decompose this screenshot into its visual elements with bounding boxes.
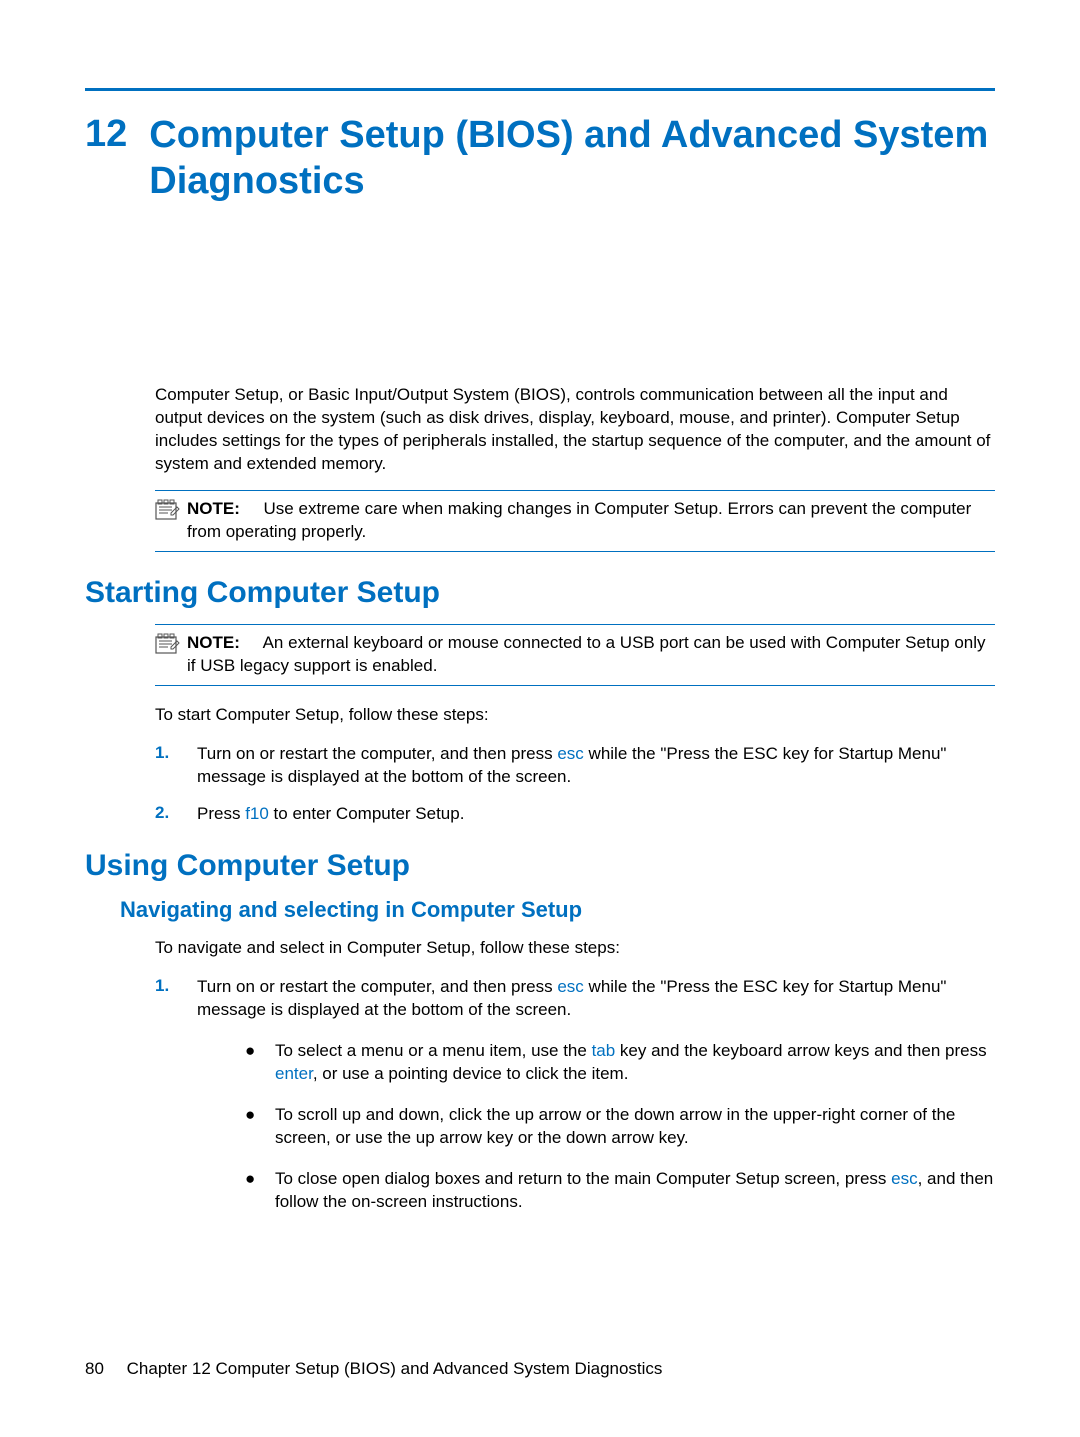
text: To select a menu or a menu item, use the: [275, 1041, 592, 1060]
step-1-body: Turn on or restart the computer, and the…: [197, 976, 995, 1232]
chapter-number: 12: [85, 113, 127, 157]
navigating-intro-para: To navigate and select in Computer Setup…: [155, 937, 995, 960]
text: key and the keyboard arrow keys and then…: [615, 1041, 986, 1060]
list-item: 2. Press f10 to enter Computer Setup.: [155, 803, 995, 826]
bullet-3-body: To close open dialog boxes and return to…: [275, 1168, 995, 1214]
subsection-heading-navigating: Navigating and selecting in Computer Set…: [120, 897, 995, 923]
note-2-text: NOTE: An external keyboard or mouse conn…: [187, 632, 995, 678]
key-tab: tab: [592, 1041, 616, 1060]
text: , or use a pointing device to click the …: [313, 1064, 629, 1083]
section-heading-using: Using Computer Setup: [85, 849, 995, 883]
section-using: Using Computer Setup Navigating and sele…: [85, 849, 995, 1231]
chapter-title: Computer Setup (BIOS) and Advanced Syste…: [149, 113, 995, 204]
text: to enter Computer Setup.: [269, 804, 465, 823]
bullet-1-body: To select a menu or a menu item, use the…: [275, 1040, 995, 1086]
text: Turn on or restart the computer, and the…: [197, 744, 557, 763]
starting-steps-list: 1. Turn on or restart the computer, and …: [155, 743, 995, 826]
page-number: 80: [85, 1359, 104, 1378]
footer-chapter-text: Chapter 12 Computer Setup (BIOS) and Adv…: [127, 1359, 663, 1378]
step-number-1: 1.: [155, 743, 197, 763]
page-footer: 80 Chapter 12 Computer Setup (BIOS) and …: [85, 1359, 662, 1379]
note-icon: [155, 499, 181, 521]
bullet-list: ● To select a menu or a menu item, use t…: [239, 1040, 995, 1214]
key-esc: esc: [557, 744, 583, 763]
note-box-2: NOTE: An external keyboard or mouse conn…: [155, 624, 995, 686]
note-icon: [155, 633, 181, 655]
text: Turn on or restart the computer, and the…: [197, 977, 557, 996]
list-item: 1. Turn on or restart the computer, and …: [155, 976, 995, 1232]
note-body: An external keyboard or mouse connected …: [187, 633, 986, 675]
list-item: ● To close open dialog boxes and return …: [239, 1168, 995, 1214]
bullet-icon: ●: [239, 1040, 275, 1063]
step-number-1: 1.: [155, 976, 197, 996]
text: To close open dialog boxes and return to…: [275, 1169, 891, 1188]
list-item: ● To scroll up and down, click the up ar…: [239, 1104, 995, 1150]
bullet-icon: ●: [239, 1104, 275, 1127]
section-heading-starting: Starting Computer Setup: [85, 576, 995, 610]
key-esc: esc: [557, 977, 583, 996]
chapter-header: 12 Computer Setup (BIOS) and Advanced Sy…: [85, 113, 995, 204]
navigating-steps-list: 1. Turn on or restart the computer, and …: [155, 976, 995, 1232]
note-1-text: NOTE: Use extreme care when making chang…: [187, 498, 995, 544]
intro-paragraph: Computer Setup, or Basic Input/Output Sy…: [155, 384, 995, 476]
text: Press: [197, 804, 245, 823]
bullet-2-body: To scroll up and down, click the up arro…: [275, 1104, 995, 1150]
list-item: ● To select a menu or a menu item, use t…: [239, 1040, 995, 1086]
step-number-2: 2.: [155, 803, 197, 823]
chapter-top-rule: [85, 88, 995, 91]
step-1-body: Turn on or restart the computer, and the…: [197, 743, 995, 789]
section-starting: Starting Computer Setup NOTE: An externa…: [85, 576, 995, 826]
starting-intro-para: To start Computer Setup, follow these st…: [155, 704, 995, 727]
note-box-1: NOTE: Use extreme care when making chang…: [155, 490, 995, 552]
step-2-body: Press f10 to enter Computer Setup.: [197, 803, 995, 826]
key-esc: esc: [891, 1169, 917, 1188]
list-item: 1. Turn on or restart the computer, and …: [155, 743, 995, 789]
note-label: NOTE:: [187, 499, 240, 518]
bullet-icon: ●: [239, 1168, 275, 1191]
key-f10: f10: [245, 804, 269, 823]
note-label: NOTE:: [187, 633, 240, 652]
note-body: Use extreme care when making changes in …: [187, 499, 971, 541]
key-enter: enter: [275, 1064, 313, 1083]
